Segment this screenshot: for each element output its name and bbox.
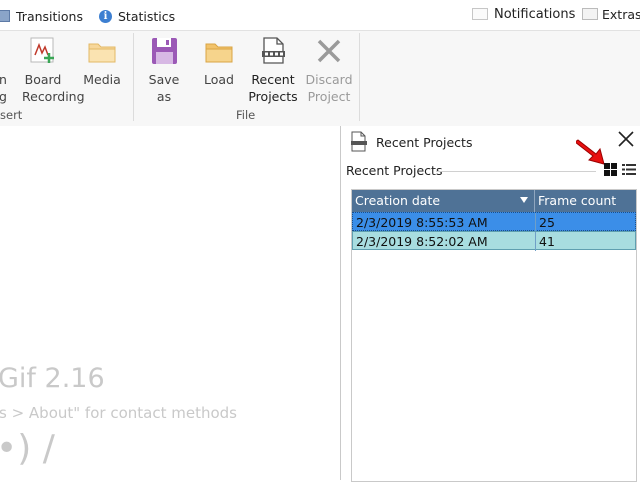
- grid-view-icon[interactable]: [604, 163, 617, 176]
- recent-projects-button[interactable]: Recent Projects: [248, 35, 298, 105]
- sort-descending-icon: [520, 197, 528, 203]
- ribbon-separator-2: [359, 33, 360, 121]
- discard-x-icon: [313, 35, 345, 67]
- tab-strip: Transitions i Statistics Notifications E…: [0, 0, 640, 30]
- tab-transitions[interactable]: Transitions: [0, 7, 83, 25]
- notifications-label: Notifications: [494, 6, 576, 22]
- tab-statistics-label: Statistics: [118, 8, 176, 24]
- board-recording-button[interactable]: Board Recording: [22, 35, 85, 105]
- tab-statistics[interactable]: i Statistics: [99, 7, 175, 25]
- folder-icon: [86, 35, 118, 67]
- contact-hint-text: s > About" for contact methods: [0, 404, 237, 422]
- list-view-icon[interactable]: [622, 163, 636, 176]
- ribbon-separator: [133, 33, 134, 121]
- partial-ribbon-button[interactable]: n g: [0, 71, 10, 105]
- panel-recent-projects-icon: [349, 131, 369, 156]
- file-group-label: File: [236, 108, 256, 122]
- column-header-frame-count[interactable]: Frame count: [538, 193, 616, 208]
- info-icon: i: [99, 9, 112, 23]
- discard-project-button[interactable]: Discard Project: [305, 35, 353, 105]
- ribbon: n g Board Recording Media sert Save as L…: [0, 30, 640, 127]
- cell-frame-count: 41: [539, 234, 555, 249]
- save-as-button[interactable]: Save as: [140, 35, 188, 105]
- load-button[interactable]: Load: [200, 35, 238, 88]
- partial-button-line2: g: [0, 89, 7, 104]
- recent-projects-icon: [257, 35, 289, 67]
- board-recording-line1: Board: [24, 72, 62, 87]
- recent-projects-line2: Projects: [248, 89, 298, 104]
- column-header-creation-date[interactable]: Creation date: [355, 193, 440, 208]
- emoticon-text: •) /: [0, 428, 55, 469]
- insert-group-label: sert: [0, 108, 23, 122]
- table-row[interactable]: 2/3/2019 8:55:53 AM 25: [352, 212, 636, 232]
- cell-creation-date: 2/3/2019 8:55:53 AM: [356, 215, 488, 230]
- panel-title: Recent Projects: [376, 135, 473, 150]
- board-recording-icon: [27, 35, 59, 67]
- cell-divider: [535, 232, 536, 251]
- media-button[interactable]: Media: [80, 35, 124, 88]
- close-icon[interactable]: [616, 130, 636, 150]
- section-divider: [436, 171, 596, 172]
- board-recording-line2: Recording: [22, 89, 85, 104]
- recent-projects-panel: Recent Projects Recent Projects Creation…: [340, 126, 640, 482]
- cell-divider: [535, 213, 536, 232]
- version-text: Gif 2.16: [0, 363, 105, 394]
- notification-icon: [472, 8, 488, 20]
- discard-project-line1: Discard: [305, 72, 353, 87]
- load-label: Load: [204, 72, 234, 87]
- recent-projects-line1: Recent: [251, 72, 295, 87]
- transitions-icon: [0, 10, 10, 22]
- discard-project-line2: Project: [307, 89, 351, 104]
- cell-frame-count: 25: [539, 215, 555, 230]
- extras-icon: [582, 8, 598, 20]
- notifications-button[interactable]: Notifications: [472, 5, 575, 23]
- extras-label: Extras: [602, 6, 640, 22]
- recent-projects-table: Creation date Frame count 2/3/2019 8:55:…: [351, 189, 637, 482]
- floppy-disk-icon: [148, 35, 180, 67]
- cell-creation-date: 2/3/2019 8:52:02 AM: [356, 234, 488, 249]
- section-label: Recent Projects: [346, 163, 443, 178]
- table-header: Creation date Frame count: [352, 190, 636, 212]
- partial-button-line1: n: [0, 72, 7, 87]
- extras-button[interactable]: Extras: [582, 5, 640, 23]
- open-folder-icon: [203, 35, 235, 67]
- column-divider: [534, 190, 535, 212]
- table-row[interactable]: 2/3/2019 8:52:02 AM 41: [352, 231, 636, 251]
- save-as-label: Save as: [148, 72, 180, 104]
- main-canvas-area: Gif 2.16 s > About" for contact methods …: [0, 126, 340, 480]
- tab-transitions-label: Transitions: [16, 8, 83, 24]
- media-label: Media: [83, 72, 121, 87]
